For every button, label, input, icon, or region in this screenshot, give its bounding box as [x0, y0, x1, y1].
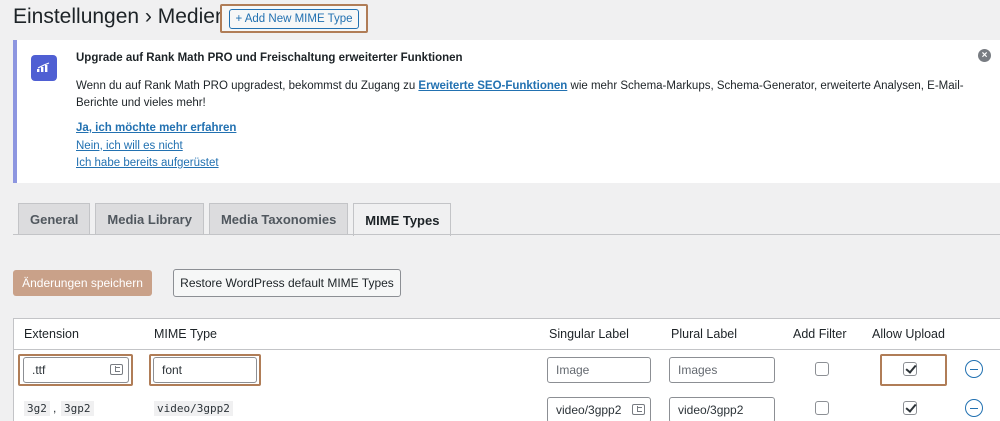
extension-separator: , [53, 401, 57, 415]
column-allow-upload: Allow Upload [872, 327, 945, 341]
add-filter-checkbox[interactable] [815, 362, 829, 376]
column-extension: Extension [24, 327, 79, 341]
plural-label-input[interactable]: Images [669, 357, 775, 383]
mime-type-input[interactable]: font [153, 357, 257, 383]
autofill-card-icon [110, 364, 123, 375]
mime-type-code: video/3gpp2 [154, 401, 233, 416]
extension-value: .ttf [32, 363, 46, 377]
tab-general[interactable]: General [18, 203, 91, 234]
extension-input[interactable]: .ttf [23, 357, 129, 383]
column-plural-label: Plural Label [671, 327, 738, 341]
tabs-divider [13, 234, 1000, 235]
singular-label-placeholder: Image [556, 363, 590, 377]
tab-media-library[interactable]: Media Library [95, 203, 204, 234]
tab-media-taxonomies[interactable]: Media Taxonomies [208, 203, 349, 234]
mime-type-value: font [162, 363, 183, 377]
plural-label-placeholder: Images [678, 363, 718, 377]
table-header-divider [14, 349, 1000, 350]
dismiss-icon[interactable]: × [978, 49, 991, 62]
notice-links: Ja, ich möchte mehr erfahren Nein, ich w… [76, 120, 236, 173]
extension-code: 3gp2 [61, 401, 94, 416]
upgrade-notice: Upgrade auf Rank Math PRO und Freischalt… [13, 40, 1000, 183]
restore-defaults-button[interactable]: Restore WordPress default MIME Types [173, 269, 401, 297]
notice-title: Upgrade auf Rank Math PRO und Freischalt… [76, 52, 463, 64]
notice-text: Wenn du auf Rank Math PRO upgradest, bek… [76, 78, 996, 112]
autofill-card-icon [632, 404, 645, 415]
page-title: Einstellungen › Medien [13, 5, 227, 28]
settings-tabs: General Media Library Media Taxonomies M… [18, 203, 456, 236]
plural-label-input[interactable]: video/3gpp2 [669, 397, 775, 421]
singular-label-input[interactable]: Image [547, 357, 651, 383]
plural-label-value: video/3gpp2 [678, 403, 744, 417]
save-changes-button[interactable]: Änderungen speichern [13, 270, 152, 296]
column-singular-label: Singular Label [549, 327, 629, 341]
learn-more-link[interactable]: Ja, ich möchte mehr erfahren [76, 120, 236, 138]
already-upgraded-link[interactable]: Ich habe bereits aufgerüstet [76, 155, 236, 173]
notice-text-before: Wenn du auf Rank Math PRO upgradest, bek… [76, 80, 419, 92]
mime-types-table: Extension MIME Type Singular Label Plura… [13, 318, 1000, 421]
allow-upload-checkbox[interactable] [903, 362, 917, 376]
add-mime-type-highlight: + Add New MIME Type [220, 4, 368, 33]
singular-label-value: video/3gpp2 [556, 403, 622, 417]
no-thanks-link[interactable]: Nein, ich will es nicht [76, 138, 236, 156]
rank-math-logo-icon [31, 55, 57, 81]
add-filter-checkbox[interactable] [815, 401, 829, 415]
column-add-filter: Add Filter [793, 327, 847, 341]
add-mime-type-button[interactable]: + Add New MIME Type [229, 8, 359, 29]
advanced-seo-features-link[interactable]: Erweiterte SEO-Funktionen [418, 80, 567, 92]
remove-row-button[interactable] [965, 360, 983, 378]
column-mime-type: MIME Type [154, 327, 217, 341]
singular-label-input[interactable]: video/3gpp2 [547, 397, 651, 421]
allow-upload-checkbox[interactable] [903, 401, 917, 415]
remove-row-button[interactable] [965, 399, 983, 417]
extension-code: 3g2 [24, 401, 50, 416]
tab-mime-types[interactable]: MIME Types [353, 203, 452, 236]
